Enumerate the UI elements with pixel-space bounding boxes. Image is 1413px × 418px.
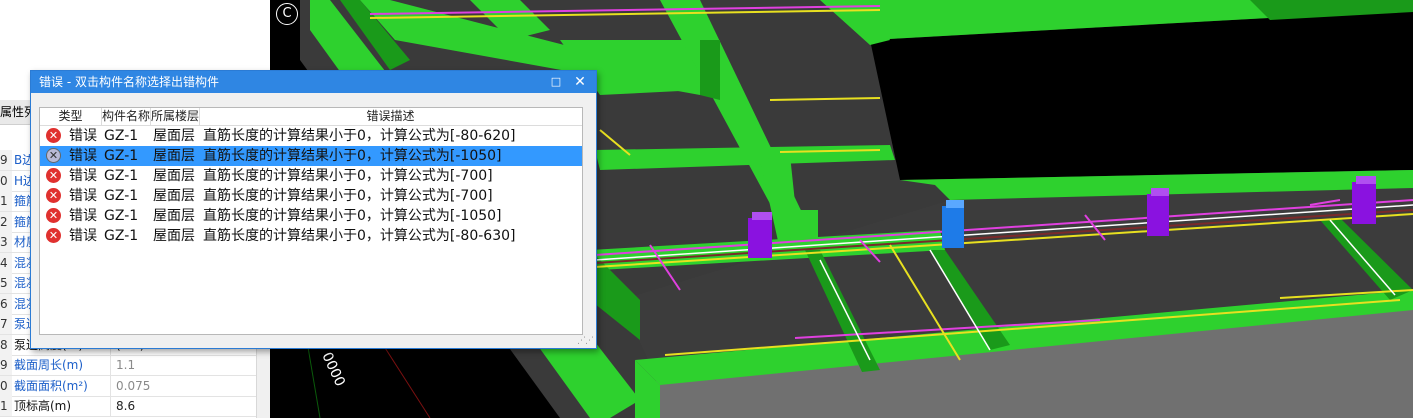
column-purple-3-top [1356, 176, 1376, 184]
floor-name: 屋面层 [153, 128, 195, 144]
error-type: 错误 [69, 208, 97, 224]
property-name: 截面面积(m²) [14, 375, 111, 396]
column-blue-selected[interactable] [942, 206, 964, 248]
property-row[interactable]: 9 截面周长(m) 1.1 [0, 355, 256, 376]
column-purple-2-top [1151, 188, 1169, 196]
error-type: 错误 [69, 168, 97, 184]
error-icon: ✕ [46, 168, 61, 183]
axis-line-red [379, 339, 431, 418]
axis-label: 0000 [318, 350, 348, 389]
component-name[interactable]: GZ-1 [104, 146, 138, 166]
error-row[interactable]: ✕ 错误 GZ-1 屋面层 直筋长度的计算结果小于0，计算公式为[-80-630] [40, 226, 582, 246]
error-icon: ✕ [46, 188, 61, 203]
error-icon: ✕ [46, 128, 61, 143]
property-row-number: 2 [0, 211, 12, 232]
error-description: 直筋长度的计算结果小于0，计算公式为[-1050] [203, 208, 502, 224]
resize-grip-icon[interactable]: ⋰⋰ [577, 336, 594, 346]
property-name: 截面周长(m) [14, 355, 111, 375]
property-value[interactable]: 0.075 [116, 376, 150, 396]
property-row[interactable]: 1 顶标高(m) 8.6 [0, 396, 256, 417]
error-type: 错误 [69, 228, 97, 244]
maximize-icon[interactable]: □ [548, 71, 564, 93]
column-header-name[interactable]: 构件名称 [102, 108, 151, 125]
error-type: 错误 [69, 188, 97, 204]
error-row[interactable]: ✕ 错误 GZ-1 屋面层 直筋长度的计算结果小于0，计算公式为[-700] [40, 166, 582, 186]
property-row-number: 8 [0, 334, 12, 355]
property-row-number: 1 [0, 191, 12, 211]
error-row[interactable]: ✕ 错误 GZ-1 屋面层 直筋长度的计算结果小于0，计算公式为[-80-620] [40, 126, 582, 146]
column-purple-1-top [752, 212, 772, 220]
error-icon: ✕ [46, 208, 61, 223]
property-row[interactable]: 0 截面面积(m²) 0.075 [0, 375, 256, 397]
floor-name: 屋面层 [153, 148, 195, 164]
property-row-number: 4 [0, 252, 12, 273]
error-description: 直筋长度的计算结果小于0，计算公式为[-1050] [203, 148, 502, 164]
floor-name: 屋面层 [153, 168, 195, 184]
dialog-titlebar[interactable]: 错误 - 双击构件名称选择出错构件 □ ✕ [31, 71, 596, 93]
dialog-title: 错误 - 双击构件名称选择出错构件 [39, 75, 219, 89]
property-value[interactable]: 1.1 [116, 355, 135, 375]
property-value[interactable]: 8.6 [116, 396, 135, 416]
column-header-desc[interactable]: 错误描述 [200, 108, 581, 125]
component-name[interactable]: GZ-1 [104, 226, 138, 246]
column-purple-3[interactable] [1352, 182, 1376, 224]
error-dialog: 错误 - 双击构件名称选择出错构件 □ ✕ 类型 构件名称 所属楼层 错误描述 … [30, 70, 597, 349]
error-description: 直筋长度的计算结果小于0，计算公式为[-80-630] [203, 228, 516, 244]
component-name[interactable]: GZ-1 [104, 206, 138, 226]
component-name[interactable]: GZ-1 [104, 126, 138, 146]
close-icon[interactable]: ✕ [572, 71, 588, 93]
component-name[interactable]: GZ-1 [104, 186, 138, 206]
error-row[interactable]: ✕ 错误 GZ-1 屋面层 直筋长度的计算结果小于0，计算公式为[-1050] [40, 146, 582, 166]
error-list-header: 类型 构件名称 所属楼层 错误描述 [40, 108, 582, 126]
floor-name: 屋面层 [153, 188, 195, 204]
property-row-number: 5 [0, 273, 12, 293]
property-row-number: 0 [0, 375, 12, 396]
error-description: 直筋长度的计算结果小于0，计算公式为[-700] [203, 168, 493, 184]
error-type: 错误 [69, 128, 97, 144]
column-purple-2[interactable] [1147, 194, 1169, 236]
property-row-number: 3 [0, 232, 12, 252]
column-purple-1[interactable] [748, 218, 772, 258]
property-row-number: 9 [0, 355, 12, 375]
property-name: 顶标高(m) [14, 396, 111, 416]
floor-name: 屋面层 [153, 228, 195, 244]
error-row[interactable]: ✕ 错误 GZ-1 屋面层 直筋长度的计算结果小于0，计算公式为[-700] [40, 186, 582, 206]
property-row-number: 1 [0, 396, 12, 416]
property-row-number: 7 [0, 314, 12, 334]
error-row[interactable]: ✕ 错误 GZ-1 屋面层 直筋长度的计算结果小于0，计算公式为[-1050] [40, 206, 582, 226]
error-icon: ✕ [46, 148, 61, 163]
error-icon: ✕ [46, 228, 61, 243]
error-description: 直筋长度的计算结果小于0，计算公式为[-700] [203, 188, 493, 204]
column-header-floor[interactable]: 所属楼层 [151, 108, 200, 125]
beam-block-dark [700, 40, 720, 100]
property-row-number: 6 [0, 293, 12, 314]
error-list[interactable]: 类型 构件名称 所属楼层 错误描述 ✕ 错误 GZ-1 屋面层 直筋长度的计算结果小于0… [39, 107, 583, 335]
column-header-type[interactable]: 类型 [40, 108, 102, 125]
property-row-number: 9 [0, 150, 12, 170]
error-type: 错误 [69, 148, 97, 164]
view-compass-icon[interactable]: C [276, 3, 298, 25]
error-description: 直筋长度的计算结果小于0，计算公式为[-80-620] [203, 128, 516, 144]
column-blue-top [946, 200, 964, 208]
component-name[interactable]: GZ-1 [104, 166, 138, 186]
floor-name: 屋面层 [153, 208, 195, 224]
property-row-number: 0 [0, 170, 12, 191]
